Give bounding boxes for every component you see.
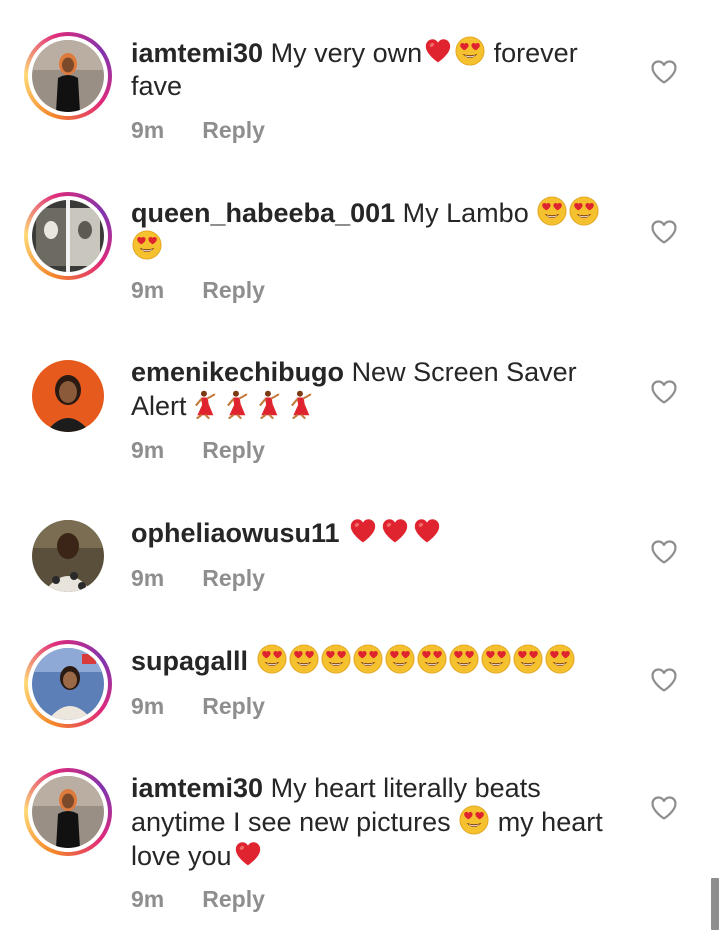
- heart-eyes-emoji: [513, 644, 543, 674]
- heart-eyes-emoji: [545, 644, 575, 674]
- comment-text: supagalll: [131, 644, 631, 678]
- comment-username[interactable]: emenikechibugo: [131, 357, 344, 387]
- reply-button[interactable]: Reply: [202, 117, 265, 143]
- avatar-story-ring[interactable]: [24, 192, 112, 280]
- heart-eyes-emoji: [569, 196, 599, 226]
- heart-outline-icon[interactable]: [650, 59, 678, 85]
- avatar-story-ring[interactable]: [24, 640, 112, 728]
- comment-meta: 9m Reply: [131, 277, 265, 304]
- comment-body: My heart literally beats: [270, 773, 541, 803]
- comment-meta: 9m Reply: [131, 117, 265, 144]
- comment-username[interactable]: iamtemi30: [131, 773, 263, 803]
- comment-body: love you: [131, 841, 232, 871]
- avatar-story-ring[interactable]: [24, 768, 112, 856]
- comment-text: iamtemi30 My heart literally beats anyti…: [131, 772, 631, 873]
- comment-body: My Lambo: [402, 198, 529, 228]
- reply-button[interactable]: Reply: [202, 693, 265, 719]
- comment-text: queen_habeeba_001 My Lambo: [131, 196, 631, 264]
- comment-body: fave: [131, 71, 183, 101]
- heart-outline-icon[interactable]: [650, 379, 678, 405]
- avatar: [32, 520, 104, 592]
- comment-meta: 9m Reply: [131, 565, 265, 592]
- heart-outline-icon[interactable]: [650, 667, 678, 693]
- comment-item: opheliaowusu11 9m Reply: [0, 480, 720, 608]
- avatar: [32, 776, 104, 848]
- heart-eyes-emoji: [459, 805, 489, 835]
- red-heart-emoji: [423, 36, 453, 66]
- avatar: [32, 200, 104, 272]
- red-heart-emoji: [380, 516, 410, 546]
- comment-item: queen_habeeba_001 My Lambo 9m Reply: [0, 160, 720, 320]
- comment-time: 9m: [131, 565, 165, 591]
- heart-eyes-emoji: [417, 644, 447, 674]
- comment-meta: 9m Reply: [131, 886, 265, 913]
- heart-eyes-emoji: [481, 644, 511, 674]
- comment-username[interactable]: iamtemi30: [131, 38, 263, 68]
- comment-time: 9m: [131, 437, 165, 463]
- comment-text: emenikechibugo New Screen Saver Alert: [131, 356, 631, 423]
- comment-item: emenikechibugo New Screen Saver Alert 9m…: [0, 320, 720, 480]
- dancer-emoji: [284, 389, 314, 419]
- avatar: [32, 360, 104, 432]
- heart-eyes-emoji: [321, 644, 351, 674]
- avatar: [32, 648, 104, 720]
- comment-body: my heart: [497, 807, 603, 837]
- reply-button[interactable]: Reply: [202, 886, 265, 912]
- comment-username[interactable]: supagalll: [131, 646, 248, 676]
- comment-time: 9m: [131, 693, 165, 719]
- heart-eyes-emoji: [353, 644, 383, 674]
- red-heart-emoji: [348, 516, 378, 546]
- comment-body: Alert: [131, 391, 187, 421]
- avatar: [32, 40, 104, 112]
- comment-time: 9m: [131, 277, 165, 303]
- reply-button[interactable]: Reply: [202, 437, 265, 463]
- heart-eyes-emoji: [132, 230, 162, 260]
- comment-body: New Screen Saver: [351, 357, 577, 387]
- heart-eyes-emoji: [385, 644, 415, 674]
- heart-eyes-emoji: [449, 644, 479, 674]
- avatar-wrapper[interactable]: [24, 352, 112, 440]
- comment-text: opheliaowusu11: [131, 516, 631, 550]
- comment-item: supagalll 9m Reply: [0, 608, 720, 736]
- scrollbar[interactable]: [711, 878, 719, 930]
- comment-username[interactable]: queen_habeeba_001: [131, 198, 395, 228]
- heart-outline-icon[interactable]: [650, 539, 678, 565]
- comment-meta: 9m Reply: [131, 437, 265, 464]
- heart-eyes-emoji: [289, 644, 319, 674]
- heart-eyes-emoji: [455, 36, 485, 66]
- comment-time: 9m: [131, 117, 165, 143]
- comment-body: My very own: [270, 38, 423, 68]
- comment-time: 9m: [131, 886, 165, 912]
- heart-eyes-emoji: [257, 644, 287, 674]
- comment-username[interactable]: opheliaowusu11: [131, 518, 340, 548]
- reply-button[interactable]: Reply: [202, 565, 265, 591]
- red-heart-emoji: [233, 839, 263, 869]
- heart-outline-icon[interactable]: [650, 219, 678, 245]
- dancer-emoji: [252, 389, 282, 419]
- dancer-emoji: [220, 389, 250, 419]
- comment-text: iamtemi30 My very own forever fave: [131, 36, 631, 103]
- comment-item: iamtemi30 My very own forever fave 9m Rep…: [0, 0, 720, 160]
- comment-meta: 9m Reply: [131, 693, 265, 720]
- red-heart-emoji: [412, 516, 442, 546]
- heart-outline-icon[interactable]: [650, 795, 678, 821]
- comment-body: forever: [493, 38, 578, 68]
- heart-eyes-emoji: [537, 196, 567, 226]
- comment-item: iamtemi30 My heart literally beats anyti…: [0, 736, 720, 948]
- avatar-story-ring[interactable]: [24, 32, 112, 120]
- comment-body: anytime I see new pictures: [131, 807, 451, 837]
- dancer-emoji: [188, 389, 218, 419]
- reply-button[interactable]: Reply: [202, 277, 265, 303]
- avatar-wrapper[interactable]: [24, 512, 112, 600]
